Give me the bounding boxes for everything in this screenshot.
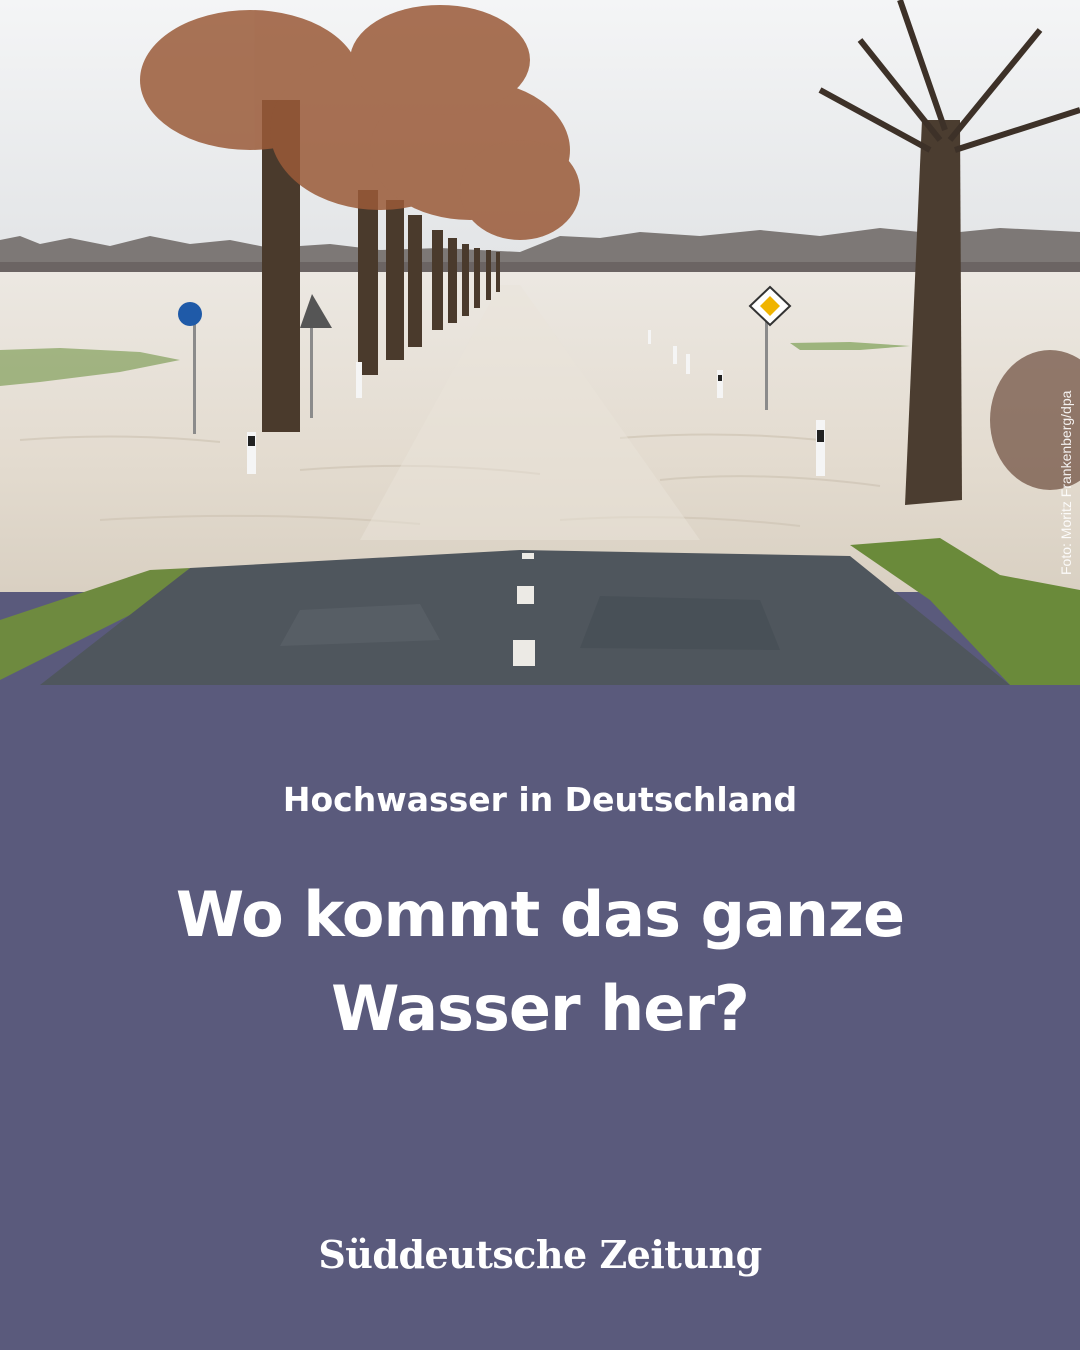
headline: Wo kommt das ganze Wasser her?	[175, 878, 905, 1045]
publisher-logo: Süddeutsche Zeitung	[318, 1232, 762, 1277]
photo-credit: Foto: Moritz Frankenberg/dpa	[1058, 390, 1074, 575]
kicker: Hochwasser in Deutschland	[282, 780, 798, 819]
flood-photo	[0, 0, 1080, 685]
flooded-road-image	[0, 0, 1080, 685]
